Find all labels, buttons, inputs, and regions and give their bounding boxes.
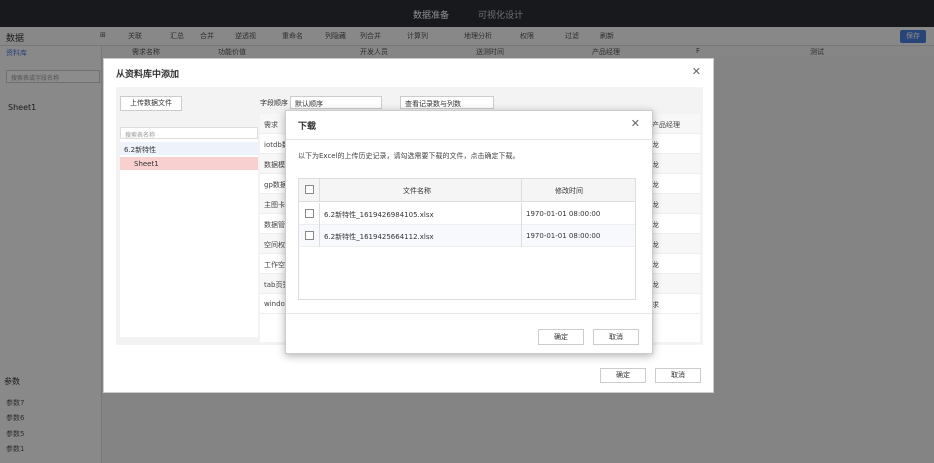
row-value: 龙 [652, 281, 659, 289]
divider [286, 313, 652, 314]
divider [319, 225, 320, 247]
row-value: 龙 [652, 161, 659, 169]
file-table: 文件名称 修改时间 6.2新特性_1619426984105.xlsx 1970… [298, 178, 636, 300]
table-row[interactable]: 6.2新特性_1619425664112.xlsx 1970-01-01 08:… [299, 225, 635, 247]
close-icon[interactable]: ✕ [631, 117, 640, 130]
row-value: 龙 [652, 201, 659, 209]
download-hint: 以下为Excel的上传历史记录，请勾选需要下载的文件，点击确定下载。 [298, 152, 520, 160]
row-label: 需求 [264, 121, 278, 129]
order-select[interactable]: 默认顺序 [290, 96, 382, 109]
row-value: 龙 [652, 221, 659, 229]
upload-file-button[interactable]: 上传数据文件 [120, 96, 182, 111]
row-label: 工作空 [264, 261, 285, 269]
divider [521, 225, 522, 247]
row-value: 求 [652, 301, 659, 309]
divider [286, 139, 654, 140]
row-label: 主图卡 [264, 201, 285, 209]
download-dialog: 下载 ✕ 以下为Excel的上传历史记录，请勾选需要下载的文件，点击确定下载。 … [285, 110, 654, 354]
row-checkbox[interactable] [305, 231, 314, 240]
row-label: 空间权 [264, 241, 285, 249]
download-dialog-title: 下载 [298, 122, 317, 132]
col-modified-time: 修改时间 [555, 187, 583, 195]
view-records-button[interactable]: 查看记录数与列数 [400, 96, 494, 109]
file-name: 6.2新特性_1619425664112.xlsx [324, 233, 434, 241]
folder-item[interactable]: 6.2新特性 [120, 142, 258, 155]
file-tree: 搜索表名称 6.2新特性 Sheet1 [120, 127, 258, 337]
row-label: 数据管 [264, 221, 285, 229]
row-label: gp数据 [264, 181, 287, 189]
divider [521, 203, 522, 225]
tree-search-input[interactable]: 搜索表名称 [120, 127, 258, 139]
divider [319, 203, 320, 225]
download-ok-button[interactable]: 确定 [538, 329, 584, 345]
table-header: 文件名称 修改时间 [299, 179, 635, 202]
order-label: 字段顺序 [260, 99, 288, 107]
outer-cancel-button[interactable]: 取消 [655, 368, 701, 383]
sheet-tree-item[interactable]: Sheet1 [120, 157, 258, 170]
download-cancel-button[interactable]: 取消 [593, 329, 639, 345]
row-checkbox[interactable] [305, 209, 314, 218]
row-value: 龙 [652, 241, 659, 249]
divider [521, 179, 522, 202]
dialog-title: 从资料库中添加 [116, 70, 180, 80]
row-value: 产品经理 [652, 121, 680, 129]
outer-ok-button[interactable]: 确定 [600, 368, 646, 383]
row-value: 龙 [652, 141, 659, 149]
file-time: 1970-01-01 08:00:00 [526, 232, 601, 240]
close-icon[interactable]: ✕ [692, 65, 701, 78]
row-value: 龙 [652, 181, 659, 189]
divider [319, 179, 320, 202]
file-time: 1970-01-01 08:00:00 [526, 210, 601, 218]
table-row[interactable]: 6.2新特性_1619426984105.xlsx 1970-01-01 08:… [299, 203, 635, 225]
row-value: 龙 [652, 261, 659, 269]
row-label: 数据模 [264, 161, 285, 169]
col-file-name: 文件名称 [403, 187, 431, 195]
file-name: 6.2新特性_1619426984105.xlsx [324, 211, 434, 219]
select-all-checkbox[interactable] [305, 185, 314, 194]
